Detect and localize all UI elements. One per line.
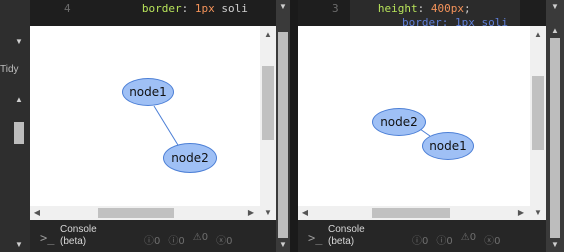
tidy-button[interactable]: Tidy <box>0 64 30 75</box>
scroll-down-icon[interactable]: ▼ <box>262 208 274 218</box>
outer-scroll-up-icon[interactable]: ▲ <box>550 26 560 36</box>
left-console-bar[interactable]: >_ Console (beta) ⓘ0 ⓘ0 ⚠0 ⓧ0 <box>30 220 276 252</box>
right-code-scrollbar[interactable]: ▼ <box>546 0 564 26</box>
graph-node[interactable]: node2 <box>372 108 426 136</box>
scroll-right-icon[interactable]: ▶ <box>246 208 256 217</box>
error-count-icon: ⓧ0 <box>484 236 501 247</box>
console-label[interactable]: Console (beta) <box>60 224 97 248</box>
left-outer-scrollbar[interactable]: ▼ <box>276 26 290 252</box>
info-count-icon: ⓘ0 <box>144 236 161 247</box>
sidebar-scroll-up-icon[interactable]: ▲ <box>13 95 25 105</box>
graph-edge <box>153 105 182 151</box>
console-prompt-icon: >_ <box>40 231 55 245</box>
left-code-editor[interactable]: 4 border: 1px soli <box>30 0 276 26</box>
console-label[interactable]: Console (beta) <box>328 224 365 248</box>
right-console-bar[interactable]: >_ Console (beta) ⓘ0 ⓘ0 ⚠0 ⓧ0 <box>298 220 546 252</box>
left-result-pane[interactable]: node1 node2 <box>30 26 260 220</box>
horizontal-scroll-thumb[interactable] <box>372 208 450 218</box>
code-scroll-down-icon[interactable]: ▼ <box>276 2 290 12</box>
graph-node[interactable]: node1 <box>422 132 474 160</box>
right-result-pane[interactable]: node2 node1 <box>298 26 530 220</box>
css-value-rest: soli <box>214 2 248 15</box>
code-scroll-down-icon[interactable]: ▼ <box>546 2 564 12</box>
scroll-left-icon[interactable]: ◀ <box>32 208 42 217</box>
graph-node[interactable]: node1 <box>122 78 174 106</box>
log-count-icon: ⓘ0 <box>436 236 453 247</box>
left-pane-vertical-scrollbar[interactable]: ▲ ▼ <box>260 26 276 220</box>
right-outer-scrollbar[interactable]: ▲ ▼ <box>546 26 564 252</box>
css-next-line: border: 1px soli <box>402 16 508 26</box>
console-counters: ⓘ0 ⓘ0 ⚠0 ⓧ0 <box>144 232 232 247</box>
console-prompt-icon: >_ <box>308 231 323 245</box>
right-code-editor[interactable]: 3 height: 400px; border: 1px soli <box>298 0 546 26</box>
warning-count-icon: ⚠0 <box>460 232 477 243</box>
css-value-number: 400px <box>430 2 464 15</box>
sidebar-scroll-bottom-icon[interactable]: ▼ <box>13 240 25 250</box>
left-pane-horizontal-scrollbar[interactable]: ◀ ▶ <box>30 206 260 220</box>
outer-scroll-down-icon[interactable]: ▼ <box>550 240 560 250</box>
line-number: 3 <box>332 2 339 15</box>
warning-count-icon: ⚠0 <box>192 232 209 243</box>
right-pane-vertical-scrollbar[interactable]: ▲ ▼ <box>530 26 546 220</box>
error-count-icon: ⓧ0 <box>216 236 233 247</box>
scroll-right-icon[interactable]: ▶ <box>516 208 526 217</box>
css-property: border <box>141 2 182 15</box>
scroll-up-icon[interactable]: ▲ <box>260 30 276 40</box>
log-count-icon: ⓘ0 <box>168 236 185 247</box>
graph-node[interactable]: node2 <box>163 143 217 173</box>
sidebar-scroll-down-icon[interactable]: ▼ <box>13 37 25 47</box>
sidebar-scroll-thumb[interactable] <box>14 122 24 144</box>
outer-scroll-down-icon[interactable]: ▼ <box>278 240 288 250</box>
outer-scroll-thumb[interactable] <box>550 38 560 238</box>
scroll-up-icon[interactable]: ▲ <box>530 30 546 40</box>
outer-scroll-thumb[interactable] <box>278 32 288 238</box>
left-graph-canvas <box>153 105 182 151</box>
console-counters: ⓘ0 ⓘ0 ⚠0 ⓧ0 <box>412 232 500 247</box>
scroll-thumb[interactable] <box>262 66 274 140</box>
horizontal-scroll-thumb[interactable] <box>98 208 174 218</box>
scroll-left-icon[interactable]: ◀ <box>300 208 310 217</box>
info-count-icon: ⓘ0 <box>412 236 429 247</box>
right-pane-horizontal-scrollbar[interactable]: ◀ ▶ <box>298 206 530 220</box>
panel-divider[interactable] <box>290 0 298 252</box>
css-property: height <box>377 2 418 15</box>
scroll-thumb[interactable] <box>532 76 544 150</box>
css-value-rest: ; <box>464 2 471 15</box>
graph-edge <box>419 128 431 137</box>
scroll-down-icon[interactable]: ▼ <box>532 208 544 218</box>
line-number: 4 <box>64 2 71 15</box>
css-value-number: 1px <box>194 2 215 15</box>
left-code-scrollbar[interactable]: ▼ <box>276 0 290 26</box>
